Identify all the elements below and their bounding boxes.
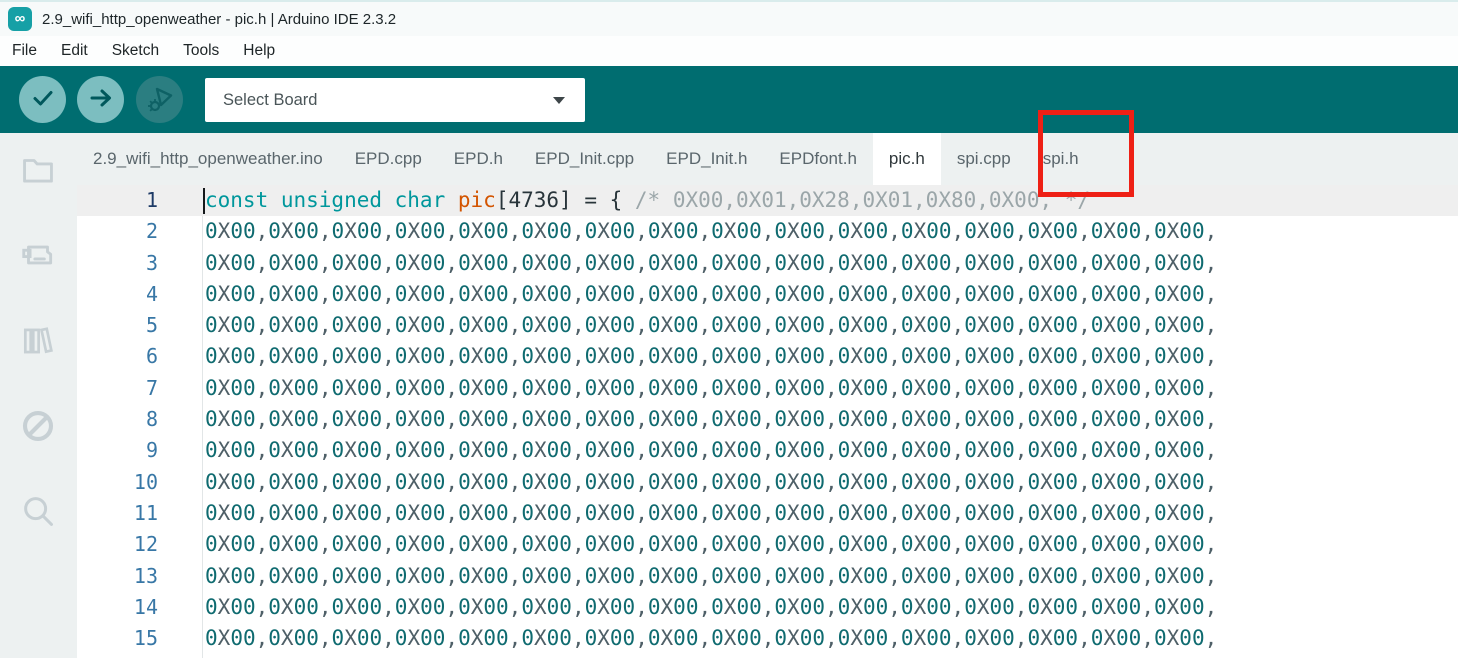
toolbar: Select Board bbox=[0, 66, 1458, 133]
line-number: 9 bbox=[77, 435, 158, 466]
sidebar-item-boards-manager[interactable] bbox=[19, 238, 57, 276]
code-line: 0X00,0X00,0X00,0X00,0X00,0X00,0X00,0X00,… bbox=[205, 623, 1217, 654]
arduino-logo-icon: ∞ bbox=[8, 7, 32, 31]
annotation-red-box bbox=[1038, 110, 1134, 197]
sidebar-item-sketchbook[interactable] bbox=[19, 153, 57, 191]
line-number: 7 bbox=[77, 373, 158, 404]
menu-help[interactable]: Help bbox=[231, 42, 287, 60]
menu-bar: FileEditSketchToolsHelp bbox=[0, 36, 1458, 66]
line-number: 5 bbox=[77, 310, 158, 341]
board-selector-dropdown[interactable]: Select Board bbox=[205, 78, 585, 122]
tab-EPD_Init.h[interactable]: EPD_Init.h bbox=[650, 133, 763, 185]
editor-tab-bar: 2.9_wifi_http_openweather.inoEPD.cppEPD.… bbox=[77, 133, 1458, 185]
line-number: 13 bbox=[77, 561, 158, 592]
code-line: 0X00,0X00,0X00,0X00,0X00,0X00,0X00,0X00,… bbox=[205, 529, 1217, 560]
debug-play-icon bbox=[144, 82, 176, 117]
line-number: 14 bbox=[77, 592, 158, 623]
line-number: 11 bbox=[77, 498, 158, 529]
indent-guide-line bbox=[202, 216, 203, 658]
tab-EPD.cpp[interactable]: EPD.cpp bbox=[339, 133, 438, 185]
menu-tools[interactable]: Tools bbox=[171, 42, 231, 60]
code-line: 0X00,0X00,0X00,0X00,0X00,0X00,0X00,0X00,… bbox=[205, 341, 1217, 372]
check-icon bbox=[28, 83, 58, 116]
line-number-gutter: 123456789101112131415 bbox=[77, 185, 158, 654]
tab-EPDfont.h[interactable]: EPDfont.h bbox=[763, 133, 873, 185]
search-icon bbox=[19, 492, 57, 535]
code-line: 0X00,0X00,0X00,0X00,0X00,0X00,0X00,0X00,… bbox=[205, 404, 1217, 435]
debug-button[interactable] bbox=[136, 76, 183, 123]
chevron-down-icon bbox=[553, 97, 565, 104]
sidebar-item-debug[interactable] bbox=[19, 409, 57, 447]
code-line: 0X00,0X00,0X00,0X00,0X00,0X00,0X00,0X00,… bbox=[205, 467, 1217, 498]
upload-button[interactable] bbox=[77, 76, 124, 123]
title-bar: ∞ 2.9_wifi_http_openweather - pic.h | Ar… bbox=[0, 0, 1458, 36]
activity-sidebar bbox=[0, 133, 77, 658]
line-number: 3 bbox=[77, 248, 158, 279]
sidebar-item-library-manager[interactable] bbox=[19, 324, 57, 362]
code-line: 0X00,0X00,0X00,0X00,0X00,0X00,0X00,0X00,… bbox=[205, 216, 1217, 247]
line-number: 15 bbox=[77, 623, 158, 654]
slashed-circle-icon bbox=[19, 407, 57, 450]
line-number: 10 bbox=[77, 467, 158, 498]
code-line: 0X00,0X00,0X00,0X00,0X00,0X00,0X00,0X00,… bbox=[205, 310, 1217, 341]
window-title: 2.9_wifi_http_openweather - pic.h | Ardu… bbox=[42, 11, 396, 28]
code-line: 0X00,0X00,0X00,0X00,0X00,0X00,0X00,0X00,… bbox=[205, 592, 1217, 623]
board-icon bbox=[19, 236, 57, 279]
tab-EPD.h[interactable]: EPD.h bbox=[438, 133, 519, 185]
arduino-ide-window: ∞ 2.9_wifi_http_openweather - pic.h | Ar… bbox=[0, 0, 1458, 658]
folder-icon bbox=[19, 151, 57, 194]
menu-sketch[interactable]: Sketch bbox=[100, 42, 171, 60]
code-line: 0X00,0X00,0X00,0X00,0X00,0X00,0X00,0X00,… bbox=[205, 373, 1217, 404]
code-content: const unsigned char pic[4736] = { /* 0X0… bbox=[205, 185, 1217, 654]
code-line: 0X00,0X00,0X00,0X00,0X00,0X00,0X00,0X00,… bbox=[205, 248, 1217, 279]
verify-button[interactable] bbox=[19, 76, 66, 123]
sidebar-item-search[interactable] bbox=[19, 494, 57, 532]
menu-edit[interactable]: Edit bbox=[49, 42, 100, 60]
text-cursor bbox=[203, 188, 205, 214]
board-selector-label: Select Board bbox=[223, 91, 317, 110]
line-number: 8 bbox=[77, 404, 158, 435]
line-number: 2 bbox=[77, 216, 158, 247]
tab-spi.cpp[interactable]: spi.cpp bbox=[941, 133, 1027, 185]
tab-EPD_Init.cpp[interactable]: EPD_Init.cpp bbox=[519, 133, 650, 185]
code-line: 0X00,0X00,0X00,0X00,0X00,0X00,0X00,0X00,… bbox=[205, 561, 1217, 592]
code-line: 0X00,0X00,0X00,0X00,0X00,0X00,0X00,0X00,… bbox=[205, 435, 1217, 466]
tab-pic.h[interactable]: pic.h bbox=[873, 133, 941, 185]
code-editor[interactable]: 123456789101112131415 const unsigned cha… bbox=[77, 185, 1458, 658]
menu-file[interactable]: File bbox=[0, 42, 49, 60]
arrow-right-icon bbox=[86, 83, 116, 116]
code-line: 0X00,0X00,0X00,0X00,0X00,0X00,0X00,0X00,… bbox=[205, 279, 1217, 310]
code-line: 0X00,0X00,0X00,0X00,0X00,0X00,0X00,0X00,… bbox=[205, 498, 1217, 529]
line-number: 6 bbox=[77, 341, 158, 372]
books-icon bbox=[19, 322, 57, 365]
tab-2.9_wifi_http_openweather.ino[interactable]: 2.9_wifi_http_openweather.ino bbox=[77, 133, 339, 185]
line-number: 4 bbox=[77, 279, 158, 310]
line-number: 12 bbox=[77, 529, 158, 560]
line-number: 1 bbox=[77, 185, 158, 216]
